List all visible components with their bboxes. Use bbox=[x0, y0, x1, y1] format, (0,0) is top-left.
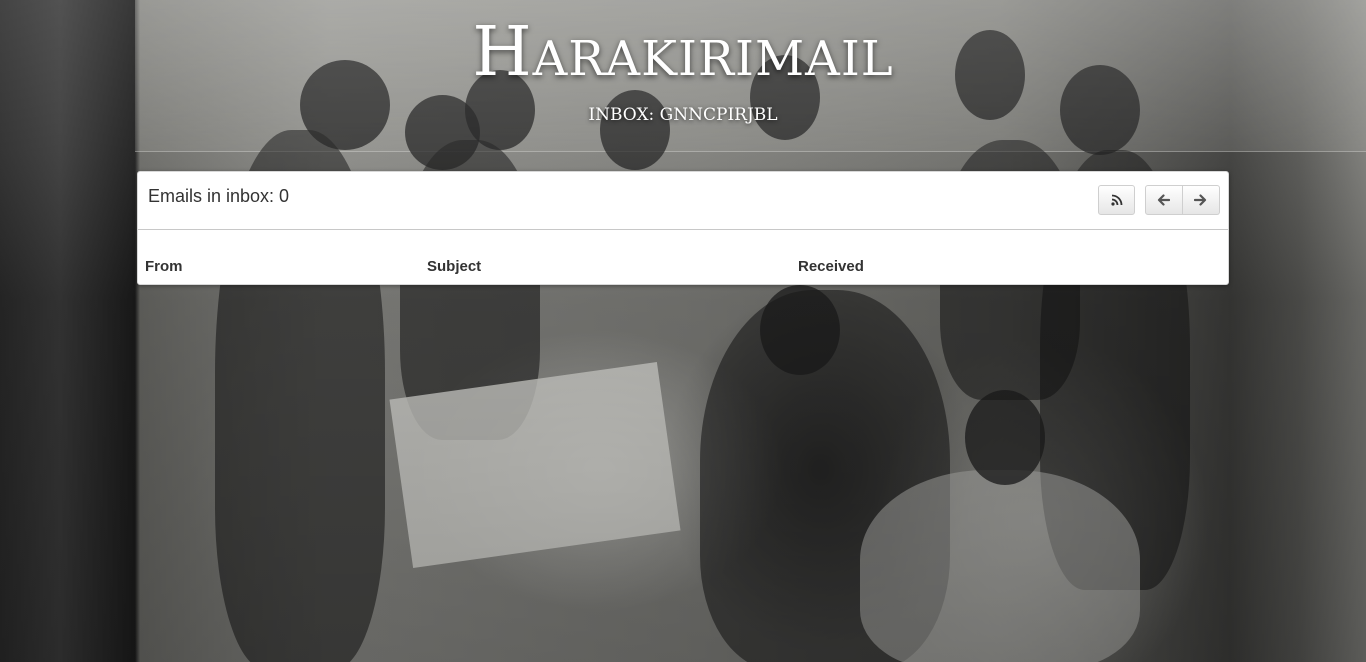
inbox-name-label: INBOX: GNNCPIRJBL bbox=[588, 105, 778, 125]
email-table-header: From Subject Received bbox=[138, 230, 1228, 285]
email-count: Emails in inbox: 0 bbox=[148, 186, 290, 206]
column-header-from[interactable]: From bbox=[145, 258, 183, 276]
arrow-right-icon bbox=[1194, 194, 1207, 206]
column-header-subject[interactable]: Subject bbox=[427, 258, 481, 276]
arrow-left-icon bbox=[1157, 194, 1171, 206]
pagination-button-group bbox=[1145, 185, 1220, 215]
previous-page-button[interactable] bbox=[1145, 185, 1183, 215]
inbox-panel: Emails in inbox: 0 From Subject Received bbox=[137, 171, 1229, 285]
site-logo-title[interactable]: Harakirimail bbox=[0, 8, 1366, 98]
column-header-received[interactable]: Received bbox=[798, 258, 864, 276]
page-header: Harakirimail INBOX: GNNCPIRJBL bbox=[0, 0, 1366, 152]
inbox-panel-header: Emails in inbox: 0 bbox=[138, 172, 1228, 230]
rss-feed-button[interactable] bbox=[1098, 185, 1135, 215]
next-page-button[interactable] bbox=[1182, 185, 1220, 215]
rss-icon bbox=[1110, 194, 1123, 206]
